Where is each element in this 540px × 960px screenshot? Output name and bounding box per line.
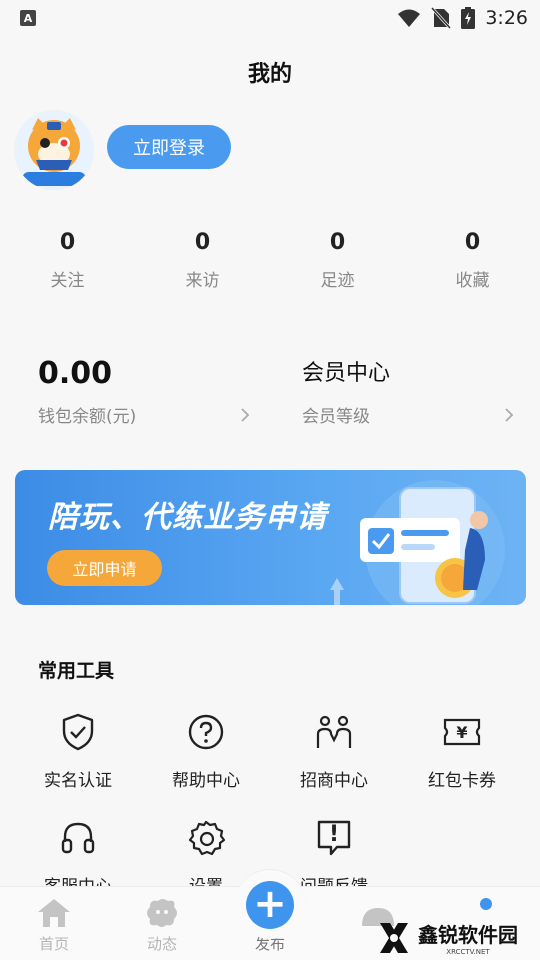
user-icon bbox=[468, 887, 504, 918]
watermark: 鑫锐软件园 XRCCTV.NET bbox=[376, 919, 518, 956]
stat-value: 0 bbox=[464, 230, 481, 255]
tab-publish[interactable]: + 发布 bbox=[216, 869, 324, 960]
plus-icon: + bbox=[246, 880, 294, 929]
wallet-card[interactable]: 0.00 钱包余额(元) bbox=[38, 352, 250, 427]
member-label: 会员等级 bbox=[302, 407, 370, 427]
stat-footprint[interactable]: 0 足迹 bbox=[270, 228, 405, 291]
stat-visitors[interactable]: 0 来访 bbox=[135, 228, 270, 291]
avatar[interactable] bbox=[14, 110, 94, 190]
yuan-glyph: ¥ bbox=[456, 722, 468, 742]
member-card[interactable]: 会员中心 会员等级 bbox=[302, 352, 514, 427]
tool-help[interactable]: 帮助中心 bbox=[142, 712, 270, 818]
tiger-mascot-icon bbox=[14, 110, 94, 190]
tab-moments[interactable]: 动态 bbox=[108, 887, 216, 960]
watermark-x-logo bbox=[380, 922, 408, 953]
stat-value: 0 bbox=[329, 230, 346, 255]
tools-section-title: 常用工具 bbox=[38, 660, 115, 682]
member-title: 会员中心 bbox=[302, 361, 391, 386]
publish-circle: + bbox=[235, 869, 305, 939]
watermark-text: 鑫锐软件园 bbox=[418, 923, 518, 947]
battery-charging-icon bbox=[461, 7, 476, 29]
tool-label: 帮助中心 bbox=[172, 771, 240, 791]
stats-row: 0 关注 0 来访 0 足迹 0 收藏 bbox=[0, 228, 540, 291]
stat-follow[interactable]: 0 关注 bbox=[0, 228, 135, 291]
status-time: 3:26 bbox=[485, 7, 528, 29]
tool-business[interactable]: 招商中心 bbox=[270, 712, 398, 818]
exclamation-glyph: ! bbox=[328, 821, 340, 847]
ticket-yuan-icon: ¥ bbox=[442, 712, 482, 752]
tool-coupons[interactable]: ¥ 红包卡券 bbox=[398, 712, 526, 818]
tool-label: 实名认证 bbox=[44, 771, 112, 791]
stat-favorites[interactable]: 0 收藏 bbox=[405, 228, 540, 291]
page-title: 我的 bbox=[247, 62, 292, 87]
apply-now-button[interactable]: 立即申请 bbox=[47, 550, 162, 586]
tool-real-name[interactable]: 实名认证 bbox=[14, 712, 142, 818]
bottom-tab-bar: 首页 动态 + 发布 鑫锐软件园 XRCCTV.NET bbox=[0, 869, 540, 960]
gear-icon bbox=[186, 818, 226, 858]
watermark-sub: XRCCTV.NET bbox=[446, 948, 490, 956]
status-bar: A 3:26 bbox=[0, 0, 540, 36]
chevron-right-icon bbox=[505, 407, 514, 422]
moments-icon bbox=[144, 897, 180, 929]
shield-check-icon bbox=[58, 712, 98, 752]
tab-home[interactable]: 首页 bbox=[0, 887, 108, 960]
stat-label: 关注 bbox=[50, 271, 85, 291]
tab-label: 首页 bbox=[38, 935, 69, 953]
wifi-icon bbox=[398, 9, 421, 27]
stat-value: 0 bbox=[194, 230, 211, 255]
tool-label: 招商中心 bbox=[300, 771, 368, 791]
stat-label: 来访 bbox=[185, 271, 220, 291]
notification-a-icon: A bbox=[20, 10, 36, 26]
wallet-label: 钱包余额(元) bbox=[38, 407, 137, 427]
login-button[interactable]: 立即登录 bbox=[107, 125, 231, 169]
home-icon bbox=[36, 897, 72, 929]
feedback-icon: ! bbox=[314, 818, 354, 858]
stat-label: 足迹 bbox=[320, 271, 355, 291]
banner-title: 陪玩、代练业务申请 bbox=[48, 500, 327, 535]
chevron-right-icon bbox=[241, 407, 250, 422]
tab-label: 动态 bbox=[146, 935, 177, 953]
tool-label: 红包卡券 bbox=[428, 771, 496, 791]
people-icon bbox=[314, 712, 354, 752]
wallet-amount: 0.00 bbox=[38, 356, 113, 391]
stat-value: 0 bbox=[59, 230, 76, 255]
no-sim-icon bbox=[431, 7, 452, 29]
promo-banner[interactable]: 陪玩、代练业务申请 立即申请 bbox=[15, 470, 526, 605]
question-circle-icon bbox=[186, 712, 226, 752]
headset-icon bbox=[58, 818, 98, 858]
stat-label: 收藏 bbox=[455, 271, 490, 291]
